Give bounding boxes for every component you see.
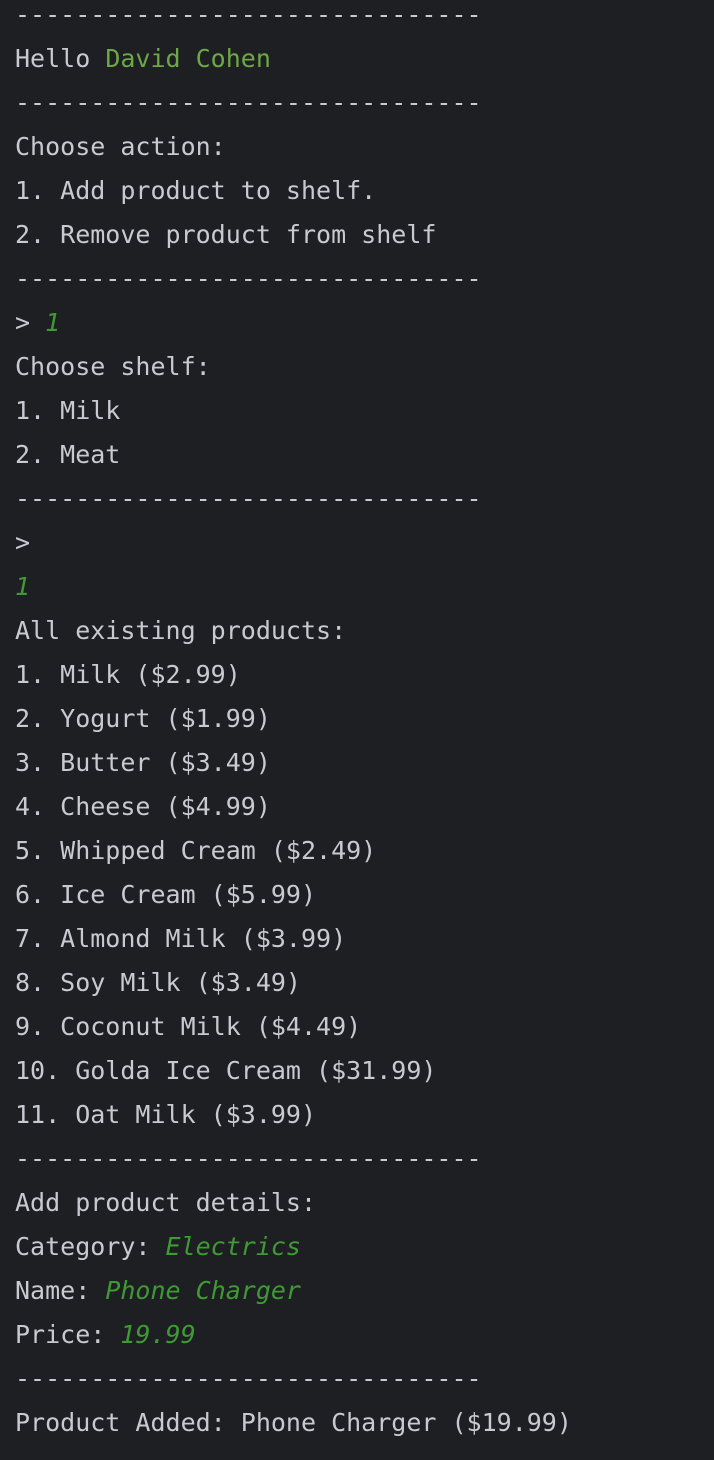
- shelf-menu-prompt: Choose shelf:: [15, 352, 211, 381]
- shelf-input-value: 1: [15, 572, 31, 601]
- shelf-option-milk: 1. Milk: [15, 396, 121, 425]
- greeting-prefix: Hello: [15, 44, 106, 73]
- separator-line: -------------------------------: [15, 88, 482, 117]
- product-list-item: 1. Milk ($2.99): [15, 660, 241, 689]
- product-list-item: 9. Coconut Milk ($4.49): [15, 1012, 362, 1041]
- product-list-item: 7. Almond Milk ($3.99): [15, 924, 347, 953]
- product-list-item: 11. Oat Milk ($3.99): [15, 1100, 317, 1129]
- product-details-heading: Add product details:: [15, 1188, 317, 1217]
- product-list-item: 10. Golda Ice Cream ($31.99): [15, 1056, 437, 1085]
- user-name: David Cohen: [105, 44, 271, 73]
- products-heading: All existing products:: [15, 616, 347, 645]
- input-prompt: >: [15, 308, 46, 337]
- result-message: Product Added: Phone Charger ($19.99): [15, 1408, 572, 1437]
- product-list-item: 4. Cheese ($4.99): [15, 792, 271, 821]
- separator-line: -------------------------------: [15, 1144, 482, 1173]
- action-option-remove: 2. Remove product from shelf: [15, 220, 437, 249]
- action-option-add: 1. Add product to shelf.: [15, 176, 377, 205]
- product-list-item: 5. Whipped Cream ($2.49): [15, 836, 377, 865]
- category-label: Category:: [15, 1232, 166, 1261]
- action-input-line: > 1: [15, 301, 714, 345]
- action-menu-prompt: Choose action:: [15, 132, 226, 161]
- separator-line: -------------------------------: [15, 1364, 482, 1393]
- name-label: Name:: [15, 1276, 106, 1305]
- greeting-line: Hello David Cohen: [15, 37, 714, 81]
- category-input-value: Electrics: [165, 1232, 301, 1261]
- price-label: Price:: [15, 1320, 121, 1349]
- shelf-input-prompt: >: [15, 528, 31, 557]
- console-output[interactable]: ------------------------------- Hello Da…: [0, 0, 714, 1453]
- separator-line: -------------------------------: [15, 264, 482, 293]
- category-line: Category: Electrics: [15, 1225, 714, 1269]
- separator-line: -------------------------------: [15, 0, 482, 29]
- name-line: Name: Phone Charger: [15, 1269, 714, 1313]
- price-input-value: 19.99: [120, 1320, 196, 1349]
- action-input-value: 1: [45, 308, 61, 337]
- name-input-value: Phone Charger: [105, 1276, 301, 1305]
- product-list-item: 2. Yogurt ($1.99): [15, 704, 271, 733]
- product-list-item: 3. Butter ($3.49): [15, 748, 271, 777]
- shelf-option-meat: 2. Meat: [15, 440, 121, 469]
- separator-line: -------------------------------: [15, 484, 482, 513]
- product-list-item: 8. Soy Milk ($3.49): [15, 968, 301, 997]
- product-list-item: 6. Ice Cream ($5.99): [15, 880, 317, 909]
- price-line: Price: 19.99: [15, 1313, 714, 1357]
